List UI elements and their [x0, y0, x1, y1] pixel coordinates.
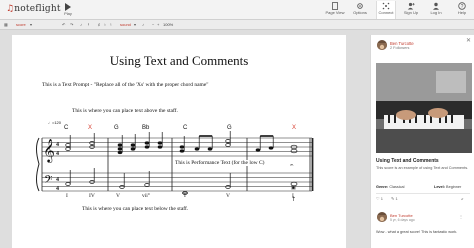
zoom-out-icon[interactable]: −: [152, 22, 154, 27]
panel-meta: Genre: Classical Level: Beginner: [376, 185, 472, 189]
time-signature-top: 4: [56, 177, 59, 183]
log-in-icon: [433, 2, 439, 10]
treble-notes-measure-2: [117, 141, 163, 155]
user-avatar-icon: [377, 43, 387, 50]
roman-numeral[interactable]: I: [292, 193, 294, 199]
chevron-down-icon[interactable]: ▾: [134, 22, 136, 27]
natural-icon[interactable]: ♮: [110, 22, 111, 27]
app-root: ♫noteflight Play Page View Options Conne…: [0, 0, 474, 248]
comment-marker-icon[interactable]: ▣: [291, 185, 296, 191]
page-view-icon: [332, 2, 338, 10]
volume-icon[interactable]: ♪: [142, 22, 144, 27]
avatar[interactable]: [377, 40, 387, 50]
treble-stems-measure-3: [183, 131, 231, 151]
log-in-label: Log In: [430, 10, 442, 15]
time-signature-top: 4: [56, 142, 59, 148]
rest-icon[interactable]: 𝄽: [88, 22, 89, 27]
flat-icon[interactable]: ♭: [104, 22, 106, 27]
piano-photo: [376, 63, 472, 153]
undo-icon[interactable]: ↶: [62, 22, 65, 27]
grand-staff: 𝄞 𝄢 4 4 4 4 𝄐 ↑ ▣: [36, 131, 314, 203]
roman-numeral[interactable]: vii°: [142, 193, 150, 199]
level-value: Beginner: [446, 185, 462, 189]
options-button[interactable]: Options: [350, 2, 370, 15]
performance-text[interactable]: This is Performance Text (for the low C): [174, 160, 266, 166]
sign-up-button[interactable]: Sign Up: [401, 2, 421, 15]
treble-clef-icon: 𝄞: [43, 138, 55, 163]
user-avatar-icon: [377, 215, 387, 222]
share-button[interactable]: ⤶: [461, 196, 463, 201]
note-icon[interactable]: ♪: [80, 22, 82, 27]
sharp-icon[interactable]: ♯: [98, 22, 100, 27]
options-icon: [357, 3, 363, 9]
zoom-level[interactable]: 100%: [163, 22, 173, 27]
comment-icon: ✎: [391, 196, 395, 201]
panel-score-title: Using Text and Comments: [376, 158, 439, 164]
toolbar: ▦ score ▾ ↶ ↷ ♪ 𝄽 ♯ ♭ ♮ sound ▾ ♪ − + 10…: [0, 20, 474, 30]
connect-icon: [382, 2, 390, 10]
connect-button[interactable]: Connect: [376, 1, 396, 19]
score-thumbnail-image: [376, 63, 472, 153]
likes-count: 1: [380, 196, 383, 201]
roman-numeral[interactable]: I: [184, 193, 186, 199]
heart-icon: ♡: [376, 196, 380, 201]
comment-timestamp: 5 yr, 6 days ago: [390, 218, 415, 222]
level-label: Level:: [434, 185, 445, 189]
treble-notes-measure-1: [65, 133, 95, 151]
treble-stems-measure-4: [259, 135, 298, 154]
sound-dropdown[interactable]: sound: [120, 22, 131, 27]
genre-value: Classical: [389, 185, 405, 189]
comments-button[interactable]: ✎ 1: [391, 196, 398, 201]
redo-icon[interactable]: ↷: [70, 22, 73, 27]
page-view-label: Page View: [325, 10, 345, 15]
bass-clef-icon: 𝄢: [44, 174, 52, 189]
roman-numeral[interactable]: V: [116, 193, 120, 199]
roman-numeral[interactable]: IV: [89, 193, 95, 199]
bass-staff: [42, 172, 312, 192]
log-in-button[interactable]: Log In: [426, 2, 446, 15]
help-label: Help: [457, 10, 467, 15]
score-dropdown[interactable]: score: [16, 22, 26, 27]
noteflight-logo[interactable]: ♫noteflight: [6, 4, 61, 14]
help-button[interactable]: ? Help: [452, 2, 472, 15]
brace: [36, 137, 40, 192]
options-label: Options: [353, 10, 367, 15]
grid-icon[interactable]: ▦: [4, 22, 8, 27]
sign-up-label: Sign Up: [403, 10, 419, 15]
text-below-staff[interactable]: This is where you can place text below t…: [82, 206, 188, 212]
zoom-in-icon[interactable]: +: [157, 22, 159, 27]
comment-more-icon[interactable]: ⋮: [459, 214, 463, 219]
time-signature-bottom: 4: [56, 186, 59, 192]
sign-up-icon: [407, 2, 415, 10]
genre-label: Genre:: [376, 185, 389, 189]
top-bar: ♫noteflight Play Page View Options Conne…: [0, 0, 474, 20]
play-icon: [65, 3, 71, 11]
roman-numeral[interactable]: I: [66, 193, 68, 199]
divider: [376, 193, 470, 194]
comment-text: Wow - what a great score! This is fantas…: [376, 230, 458, 234]
play-label: Play: [64, 11, 72, 16]
panel-description: This score is an example of using Text a…: [376, 166, 469, 170]
logo-text: noteflight: [14, 4, 61, 14]
roman-numeral[interactable]: V: [226, 193, 230, 199]
help-icon: ?: [458, 2, 466, 10]
page-view-button[interactable]: Page View: [325, 2, 345, 15]
play-button[interactable]: Play: [60, 2, 76, 16]
chevron-down-icon[interactable]: ▾: [30, 22, 32, 27]
time-signature-bottom: 4: [56, 151, 59, 157]
connect-label: Connect: [378, 10, 394, 15]
bass-notes: [65, 168, 298, 195]
fermata-icon: 𝄐: [290, 162, 294, 169]
share-icon: ⤶: [461, 196, 464, 201]
panel-followers: 2 Followers: [390, 46, 410, 50]
score-sheet: Using Text and Comments This is a Text P…: [12, 35, 346, 248]
like-button[interactable]: ♡ 1: [376, 196, 383, 201]
connect-panel: Ben Turcotte 2 Followers ✕ Using Text an…: [370, 35, 474, 248]
comments-count: 1: [395, 196, 398, 201]
avatar[interactable]: [377, 212, 387, 222]
close-icon[interactable]: ✕: [466, 37, 471, 44]
